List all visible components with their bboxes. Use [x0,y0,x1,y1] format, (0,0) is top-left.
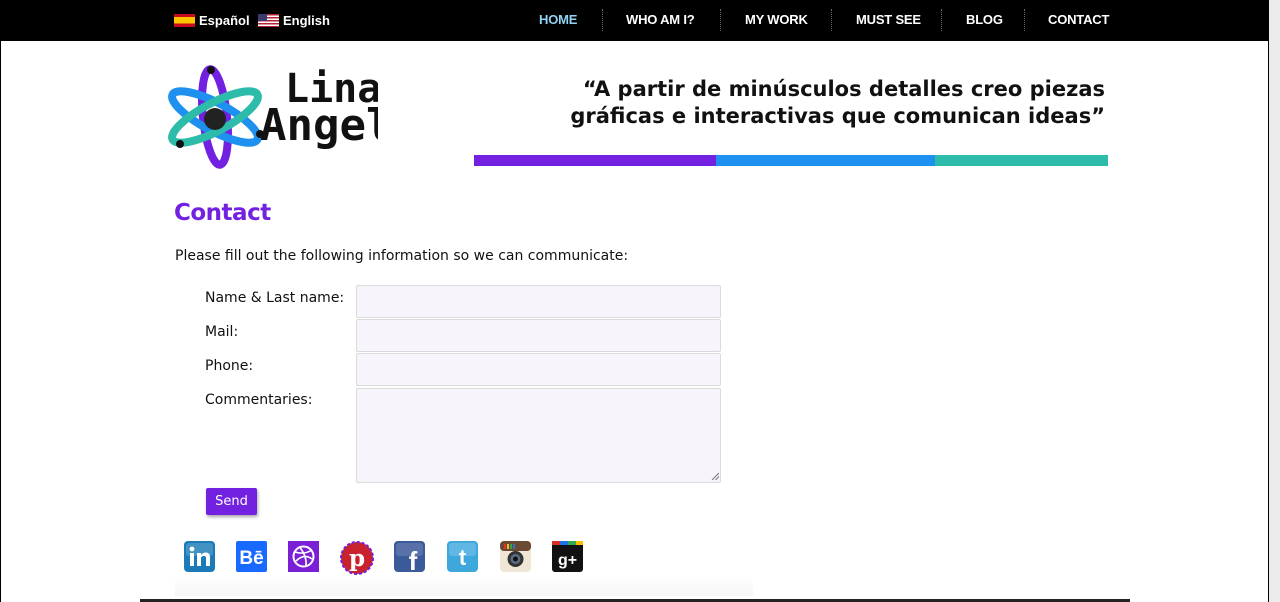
instagram-icon[interactable] [499,540,532,573]
behance-icon[interactable]: Bē [235,540,268,573]
commentaries-field-label: Commentaries: [205,392,313,408]
facebook-icon[interactable]: f [393,540,426,573]
tagline: “A partir de minúsculos detalles creo pi… [560,76,1105,130]
google-plus-icon[interactable]: g+ [551,540,584,573]
tagline-line: “A partir de minúsculos detalles creo pi… [582,77,1105,101]
svg-text:g+: g+ [558,552,577,569]
pinterest-icon[interactable]: p [339,540,374,575]
nav-item-home[interactable]: HOME [539,10,577,30]
color-bar-segment-blue [716,155,935,166]
color-bar-segment-purple [474,155,716,166]
nav-divider [1024,9,1025,31]
name-input[interactable] [356,285,721,318]
page-title: Contact [174,200,271,226]
name-field-label: Name & Last name: [205,290,345,306]
footer-fade [175,576,753,596]
nav-item-must-see[interactable]: MUST SEE [856,10,921,30]
svg-text:f: f [409,546,418,573]
nav-item-who-am-i[interactable]: WHO AM I? [626,10,695,30]
site-logo[interactable]: Lina Angel [168,62,392,172]
linkedin-icon[interactable] [183,540,216,573]
dribbble-icon[interactable] [287,540,320,573]
spain-flag-icon [174,13,195,27]
twitter-icon[interactable]: t [446,540,479,573]
send-button[interactable]: Send [206,488,257,515]
nav-item-blog[interactable]: BLOG [966,10,1003,30]
header-color-bar [474,155,1108,166]
nav-item-my-work[interactable]: MY WORK [745,10,808,30]
svg-text:t: t [459,545,467,570]
color-bar-segment-teal [935,155,1108,166]
atom-logo-icon: Lina Angel [168,65,392,169]
nav-divider [941,9,942,31]
nav-item-contact[interactable]: CONTACT [1048,10,1109,30]
contact-intro-text: Please fill out the following informatio… [175,248,629,264]
phone-field-label: Phone: [205,358,254,374]
svg-text:p: p [349,545,365,572]
nav-divider [720,9,721,31]
window-frame-right [1268,0,1280,602]
language-english-link[interactable]: English [258,11,330,29]
language-spanish-link[interactable]: Español [174,11,250,29]
language-label: Español [199,12,250,28]
mail-input[interactable] [356,319,721,352]
tagline-line: gráficas e interactivas que comunican id… [570,104,1105,128]
language-label: English [283,12,330,28]
phone-input[interactable] [356,353,721,386]
usa-flag-icon [258,13,279,27]
logo-text-angel: Angel [260,100,378,151]
window-frame-left [0,0,1,602]
nav-divider [602,9,603,31]
commentaries-textarea[interactable] [356,388,721,483]
nav-divider [831,9,832,31]
svg-text:Bē: Bē [239,548,263,569]
mail-field-label: Mail: [205,324,239,340]
